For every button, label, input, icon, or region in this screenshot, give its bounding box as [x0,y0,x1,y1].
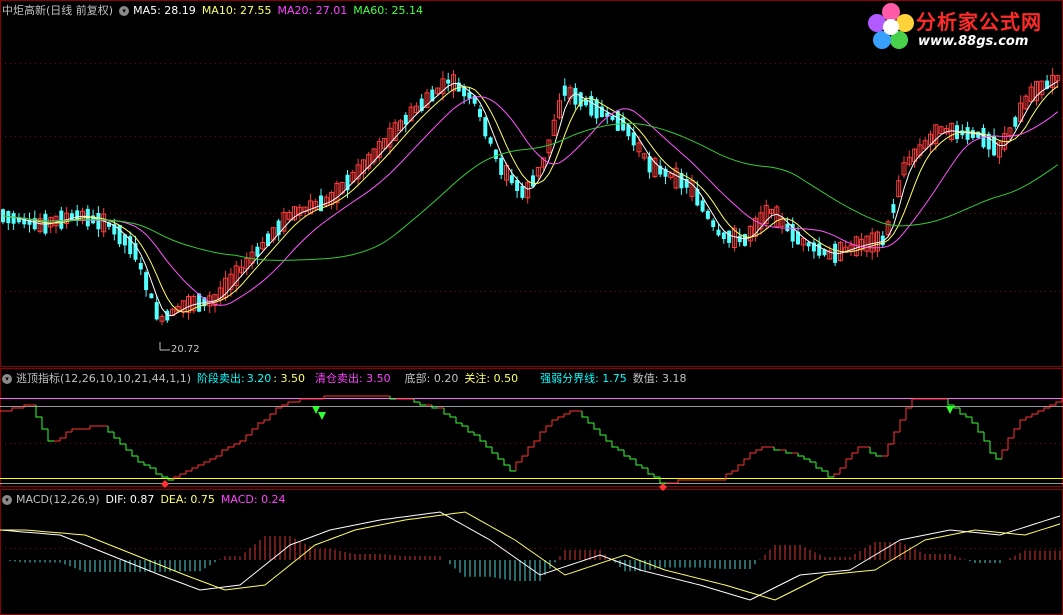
chevron-down-icon[interactable]: ▾ [2,495,12,505]
candle-body [515,180,520,191]
logo-title: 分析家公式网 [916,10,1042,34]
stock-name[interactable]: 中炬高新(日线 前复权) [2,4,113,18]
candle-body [520,185,525,198]
candle-body [716,229,721,236]
candle-body [488,137,493,144]
main-panel-header: 中炬高新(日线 前复权) ▾ MA5: 28.19 MA10: 27.55 MA… [2,4,429,18]
candle-body [737,235,742,243]
candle-body [679,173,684,189]
candle-body [806,242,811,247]
candle-body [255,246,260,257]
ma10-label: MA10: 27.55 [201,4,272,17]
candle-body [197,293,202,312]
candle-body [1013,117,1018,127]
candle-body [647,156,652,173]
dea-label: DEA: 0.75 [160,493,215,506]
candle-body [970,130,975,139]
candle-body [817,243,822,256]
candle-body [138,263,143,270]
site-logo[interactable]: 分析家公式网 www.88gs.com [860,0,1063,55]
candle-body [785,223,790,232]
candle-body [531,175,535,187]
candle-body [483,117,488,137]
candle-body [705,210,710,219]
candle-body [144,272,149,291]
candle-body [154,302,159,320]
stage-sell-label: 阶段卖出: [197,372,245,385]
candle-body [403,114,408,125]
macd-name[interactable]: MACD(12,26,9) [16,493,100,507]
macd-value-label: MACD: 0.24 [220,493,286,506]
candle-body [610,115,615,120]
candle-body [446,79,451,84]
indicator-name[interactable]: 逃顶指标(12,26,10,10,21,44,1,1) [16,372,191,386]
candle-body [11,213,16,224]
ma20-label: MA20: 27.01 [277,4,348,17]
dif-label: DIF: 0.87 [105,493,155,506]
candle-body [96,213,101,230]
candle-body [59,210,64,229]
flower-logo-icon [868,3,914,49]
stage-sell-value1: 3.20 [246,372,272,385]
candle-body [478,108,482,118]
bottom-label: 底部: 0.20 [404,372,459,385]
stage-sell-value2: : 3.50 [273,372,305,385]
macd-panel-header: ▾ MACD(12,26,9) DIF: 0.87 DEA: 0.75 MACD… [2,493,292,507]
watch-label: 关注: 0.50 [464,372,519,385]
candle-body [117,224,122,245]
stock-chart-canvas[interactable] [0,0,1063,615]
ma5-label: MA5: 28.19 [133,4,196,17]
candle-body [499,157,504,175]
candle-body [711,220,716,228]
clear-sell-label: 清仓卖出: 3.50 [314,372,391,385]
value-label: 数值: 3.18 [632,372,687,385]
candle-body [727,230,732,243]
candle-body [700,200,705,212]
candle-body [493,149,498,159]
candle-body [149,293,154,299]
low-price-label: 20.72 [171,344,200,355]
ma60-label: MA60: 25.14 [353,4,423,17]
candle-body [509,175,514,184]
candle-body [562,85,567,96]
chevron-down-icon[interactable]: ▾ [2,374,12,384]
candle-body [891,204,896,213]
candle-body [573,87,578,105]
candle-body [721,232,726,240]
divider-label: 强弱分界线: 1.75 [540,372,627,385]
chevron-down-icon[interactable]: ▾ [119,6,130,16]
candle-body [631,132,636,146]
logo-url: www.88gs.com [918,34,1029,49]
indicator-panel-header: ▾ 逃顶指标(12,26,10,10,21,44,1,1) 阶段卖出: 3.20… [2,372,692,386]
candle-body [467,92,472,99]
